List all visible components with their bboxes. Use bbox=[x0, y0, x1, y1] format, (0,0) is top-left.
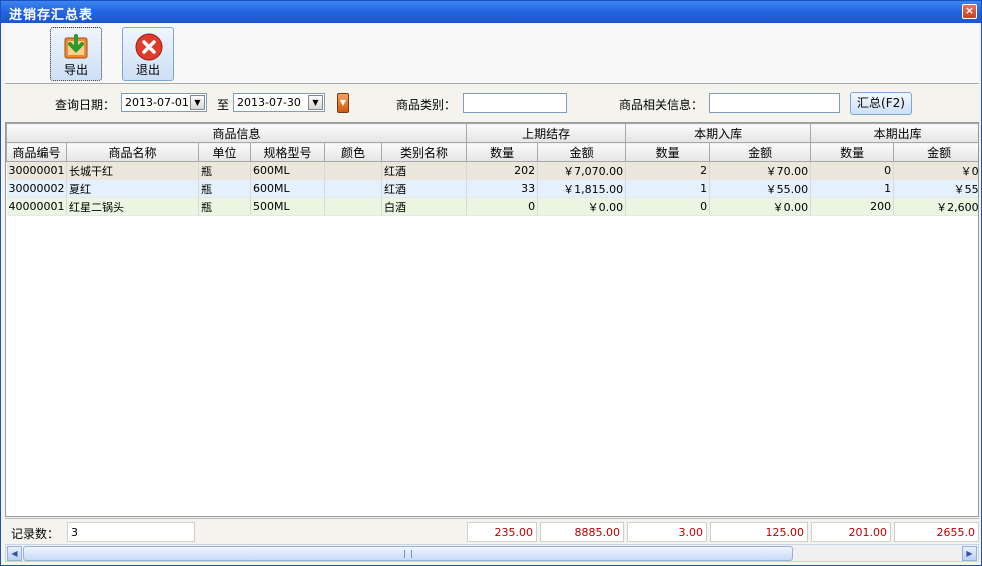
date-from-value: 2013-07-01 bbox=[125, 96, 189, 109]
category-input[interactable] bbox=[463, 93, 567, 113]
cell-in-amount: ￥70.00 bbox=[709, 161, 812, 180]
column-header-in-amount[interactable]: 金额 bbox=[709, 142, 812, 162]
cell-category: 红酒 bbox=[381, 179, 468, 198]
date-label: 查询日期： bbox=[55, 98, 116, 112]
cell-prev-qty: 202 bbox=[466, 161, 539, 180]
cell-prev-amount: ￥7,070.00 bbox=[537, 161, 627, 180]
table-row[interactable]: 30000002 夏红 瓶 600ML 红酒 33 ￥1,815.00 1 ￥5… bbox=[6, 179, 978, 198]
table-row[interactable]: 40000001 红星二锅头 瓶 500ML 白酒 0 ￥0.00 0 ￥0.0… bbox=[6, 197, 978, 216]
cell-out-qty: 0 bbox=[810, 161, 895, 180]
cell-unit: 瓶 bbox=[198, 179, 251, 198]
cell-out-amount: ￥55. bbox=[893, 179, 978, 198]
close-icon: × bbox=[964, 4, 975, 17]
column-header-color[interactable]: 颜色 bbox=[324, 142, 382, 162]
cell-product-name: 红星二锅头 bbox=[66, 197, 199, 216]
cell-in-amount: ￥0.00 bbox=[709, 197, 812, 216]
report-window: 进销存汇总表 × 导出 退出 查询日期： 2013-07-01 ▼ 至 2013… bbox=[0, 0, 982, 566]
cell-out-amount: ￥2,600. bbox=[893, 197, 978, 216]
total-in-amount: 125.00 bbox=[710, 522, 808, 542]
cell-prev-qty: 33 bbox=[466, 179, 539, 198]
exit-button[interactable]: 退出 bbox=[122, 27, 174, 81]
cell-prev-amount: ￥0.00 bbox=[537, 197, 627, 216]
export-label: 导出 bbox=[63, 63, 88, 77]
column-header-spec[interactable]: 规格型号 bbox=[250, 142, 325, 162]
total-prev-amount: 8885.00 bbox=[540, 522, 624, 542]
scrollbar-thumb[interactable] bbox=[23, 546, 793, 561]
cell-category: 红酒 bbox=[381, 161, 468, 180]
cell-category: 白酒 bbox=[381, 197, 468, 216]
total-out-amount: 2655.0 bbox=[894, 522, 979, 542]
table-row[interactable]: 30000001 长城干红 瓶 600ML 红酒 202 ￥7,070.00 2… bbox=[6, 161, 978, 180]
date-from-picker[interactable]: 2013-07-01 ▼ bbox=[121, 93, 207, 112]
cell-prev-amount: ￥1,815.00 bbox=[537, 179, 627, 198]
cell-spec: 600ML bbox=[250, 179, 325, 198]
column-header-in-qty[interactable]: 数量 bbox=[625, 142, 711, 162]
cell-spec: 500ML bbox=[250, 197, 325, 216]
group-header-stock-in: 本期入库 bbox=[625, 123, 812, 143]
title-bar[interactable]: 进销存汇总表 × bbox=[1, 1, 981, 23]
group-header-previous-balance: 上期结存 bbox=[466, 123, 627, 143]
column-header-out-qty[interactable]: 数量 bbox=[810, 142, 895, 162]
scroll-right-icon[interactable]: ▶ bbox=[962, 546, 977, 561]
group-header-product-info: 商品信息 bbox=[6, 123, 468, 143]
column-header-unit[interactable]: 单位 bbox=[198, 142, 251, 162]
cell-color bbox=[324, 179, 382, 198]
total-out-qty: 201.00 bbox=[811, 522, 891, 542]
column-header-category[interactable]: 类别名称 bbox=[380, 142, 468, 162]
total-in-qty: 3.00 bbox=[627, 522, 707, 542]
cell-in-amount: ￥55.00 bbox=[709, 179, 812, 198]
cell-product-code: 30000002 bbox=[6, 179, 67, 198]
column-header-product-name[interactable]: 商品名称 bbox=[66, 142, 199, 162]
exit-icon bbox=[135, 33, 163, 61]
date-to-picker[interactable]: 2013-07-30 ▼ bbox=[233, 93, 325, 112]
horizontal-scrollbar[interactable]: ◀ ▶ bbox=[5, 544, 979, 562]
cell-unit: 瓶 bbox=[198, 197, 251, 216]
cell-out-qty: 1 bbox=[810, 179, 895, 198]
filter-bar: 查询日期： 2013-07-01 ▼ 至 2013-07-30 ▼ ▼ 商品类别… bbox=[5, 85, 979, 121]
scroll-left-icon[interactable]: ◀ bbox=[7, 546, 22, 561]
to-label: 至 bbox=[217, 98, 230, 112]
grip-icon bbox=[404, 550, 412, 558]
cell-color bbox=[324, 197, 382, 216]
cell-unit: 瓶 bbox=[198, 161, 251, 180]
category-label: 商品类别： bbox=[396, 98, 457, 112]
cell-spec: 600ML bbox=[250, 161, 325, 180]
export-icon bbox=[64, 34, 88, 59]
cell-product-code: 40000001 bbox=[6, 197, 67, 216]
cell-in-qty: 2 bbox=[625, 161, 711, 180]
summary-grid[interactable]: 商品信息 上期结存 本期入库 本期出库 商品编号 商品名称 单位 规格型号 颜色… bbox=[5, 122, 979, 517]
cell-product-name: 长城干红 bbox=[66, 161, 199, 180]
cell-in-qty: 0 bbox=[625, 197, 711, 216]
export-button[interactable]: 导出 bbox=[50, 27, 102, 81]
chevron-down-icon[interactable]: ▼ bbox=[308, 95, 323, 110]
close-button[interactable]: × bbox=[962, 4, 977, 19]
date-range-button[interactable]: ▼ bbox=[337, 93, 349, 113]
cell-product-code: 30000001 bbox=[6, 161, 67, 180]
summary-footer: 记录数： 3 235.00 8885.00 3.00 125.00 201.00… bbox=[5, 518, 979, 544]
exit-label: 退出 bbox=[135, 63, 160, 77]
window-title: 进销存汇总表 bbox=[9, 8, 94, 23]
record-count-value: 3 bbox=[67, 522, 195, 542]
column-header-out-amount[interactable]: 金额 bbox=[893, 142, 978, 162]
cell-out-qty: 200 bbox=[810, 197, 895, 216]
chevron-down-icon[interactable]: ▼ bbox=[190, 95, 205, 110]
toolbar: 导出 退出 bbox=[5, 24, 979, 84]
summarize-button[interactable]: 汇总(F2) bbox=[850, 92, 912, 115]
column-header-prev-qty[interactable]: 数量 bbox=[466, 142, 539, 162]
chevron-down-icon: ▼ bbox=[339, 98, 347, 107]
date-to-value: 2013-07-30 bbox=[237, 96, 301, 109]
cell-product-name: 夏红 bbox=[66, 179, 199, 198]
cell-prev-qty: 0 bbox=[466, 197, 539, 216]
info-label: 商品相关信息： bbox=[619, 98, 704, 112]
cell-out-amount: ￥0. bbox=[893, 161, 978, 180]
record-count-label: 记录数： bbox=[11, 527, 60, 541]
cell-in-qty: 1 bbox=[625, 179, 711, 198]
group-header-stock-out: 本期出库 bbox=[810, 123, 978, 143]
column-header-product-code[interactable]: 商品编号 bbox=[6, 142, 67, 162]
cell-color bbox=[324, 161, 382, 180]
info-input[interactable] bbox=[709, 93, 840, 113]
total-prev-qty: 235.00 bbox=[467, 522, 537, 542]
column-header-prev-amount[interactable]: 金额 bbox=[537, 142, 627, 162]
